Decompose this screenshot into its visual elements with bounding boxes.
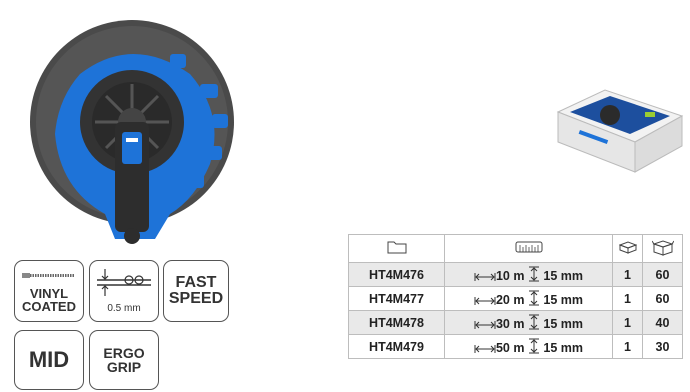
unit-qty-cell: 1 (612, 262, 643, 287)
thickness-icon (97, 268, 151, 296)
carton-qty-cell: 60 (642, 262, 683, 287)
length-arrow-icon (474, 297, 496, 305)
width-value: 15 mm (539, 317, 584, 331)
width-value: 15 mm (539, 269, 584, 283)
width-value: 15 mm (539, 341, 584, 355)
width-arrow-icon (528, 266, 539, 282)
packaging-box-image (556, 89, 684, 173)
mid-label: MID (28, 347, 70, 372)
product-code-cell: HT4M476 (348, 262, 445, 287)
dimensions-cell: 30 m 15 mm (444, 310, 613, 335)
length-value: 30 m (495, 317, 528, 331)
carton-box-icon (651, 240, 674, 256)
width-arrow-icon (528, 290, 539, 306)
width-arrow-icon (528, 314, 539, 330)
thickness-badge: 0.5 mm (89, 260, 159, 322)
dimensions-cell: 10 m 15 mm (444, 262, 613, 287)
carton-qty-cell: 30 (642, 334, 683, 359)
mid-badge: MID (14, 330, 84, 390)
spec-table: HT4M476 10 m 15 mm 1 60 HT4M477 20 m 15 … (348, 234, 683, 359)
product-code-cell: HT4M478 (348, 310, 445, 335)
unit-qty-cell: 1 (612, 334, 643, 359)
product-code-cell: HT4M477 (348, 286, 445, 311)
table-row: HT4M478 30 m 15 mm 1 40 (348, 310, 683, 335)
table-row: HT4M476 10 m 15 mm 1 60 (348, 262, 683, 287)
width-value: 15 mm (539, 293, 584, 307)
header-unit-qty (612, 234, 643, 263)
length-value: 50 m (495, 341, 528, 355)
thickness-label: 0.5 mm (107, 302, 141, 314)
table-row: HT4M477 20 m 15 mm 1 60 (348, 286, 683, 311)
vinyl-coated-badge: VINYL COATED (14, 260, 84, 322)
table-header-row (348, 234, 683, 263)
vinyl-line2: COATED (22, 299, 76, 314)
header-dimensions (444, 234, 613, 263)
fast-speed-badge: FAST SPEED (163, 260, 229, 322)
carton-qty-cell: 60 (642, 286, 683, 311)
ergo-line1: ERGO (103, 345, 145, 361)
header-carton-qty (642, 234, 683, 263)
width-arrow-icon (528, 338, 539, 354)
length-arrow-icon (474, 321, 496, 329)
product-code-cell: HT4M479 (348, 334, 445, 359)
coated-tape-icon (22, 273, 75, 278)
tape-scale-icon (515, 241, 542, 253)
fast-line2: SPEED (168, 290, 224, 307)
length-value: 20 m (495, 293, 528, 307)
folder-icon (387, 241, 406, 254)
tape-measure-image (30, 20, 234, 244)
unit-qty-cell: 1 (612, 310, 643, 335)
length-arrow-icon (474, 345, 496, 353)
dimensions-cell: 20 m 15 mm (444, 286, 613, 311)
carton-qty-cell: 40 (642, 310, 683, 335)
dimensions-cell: 50 m 15 mm (444, 334, 613, 359)
single-box-icon (618, 241, 637, 254)
fast-line1: FAST (175, 274, 217, 291)
ergo-grip-badge: ERGO GRIP (89, 330, 159, 390)
length-value: 10 m (495, 269, 528, 283)
unit-qty-cell: 1 (612, 286, 643, 311)
ergo-line2: GRIP (106, 359, 142, 375)
table-row: HT4M479 50 m 15 mm 1 30 (348, 334, 683, 359)
length-arrow-icon (474, 273, 496, 281)
header-code (348, 234, 445, 263)
